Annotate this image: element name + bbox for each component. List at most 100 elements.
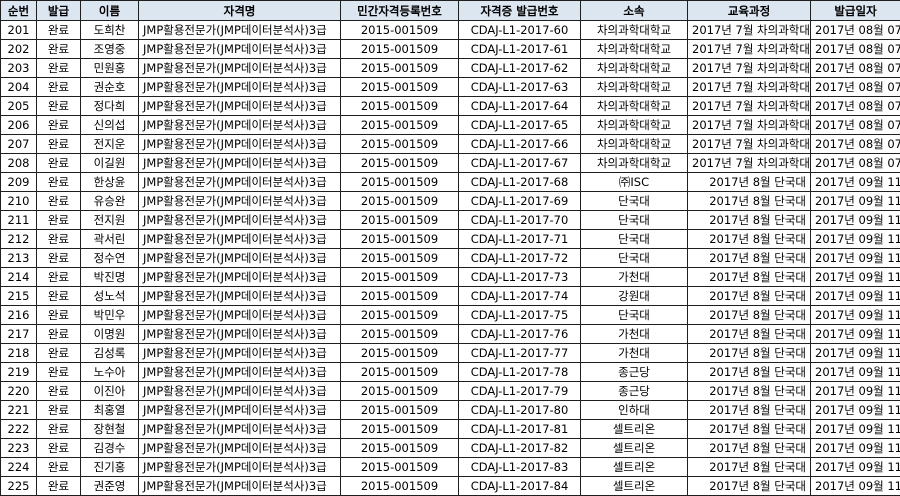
cell-registration-no: 2015-001509 [341,420,459,439]
cell-organization: 가천대 [581,268,688,287]
cell-status: 완료 [37,363,81,382]
cell-course: 2017년 8월 단국대 [688,439,811,458]
cell-name: 박진명 [81,268,139,287]
table-row: 221완료최홍열JMP활용전문가(JMP데이터분석사)3급2015-001509… [1,401,900,420]
cell-course: 2017년 7월 차의과학대 [688,59,811,78]
table-row: 201완료도희찬JMP활용전문가(JMP데이터분석사)3급2015-001509… [1,21,900,40]
cell-name: 권준영 [81,477,139,496]
cell-registration-no: 2015-001509 [341,78,459,97]
table-row: 215완료성노석JMP활용전문가(JMP데이터분석사)3급2015-001509… [1,287,900,306]
cell-name: 전지운 [81,135,139,154]
cell-issue-date: 2017년 09월 11일 [811,287,900,306]
table-row: 222완료장현철JMP활용전문가(JMP데이터분석사)3급2015-001509… [1,420,900,439]
cell-organization: 차의과학대학교 [581,40,688,59]
cell-status: 완료 [37,249,81,268]
cell-status: 완료 [37,344,81,363]
header-status: 발급 [37,1,81,21]
cell-seq: 202 [1,40,37,59]
cell-course: 2017년 8월 단국대 [688,306,811,325]
cell-organization: 가천대 [581,344,688,363]
cell-course: 2017년 8월 단국대 [688,268,811,287]
cell-registration-no: 2015-001509 [341,135,459,154]
cell-organization: 단국대 [581,192,688,211]
cell-status: 완료 [37,154,81,173]
cell-name: 전지원 [81,211,139,230]
cell-seq: 220 [1,382,37,401]
cell-issue-date: 2017년 09월 11일 [811,344,900,363]
cell-registration-no: 2015-001509 [341,59,459,78]
cell-seq: 208 [1,154,37,173]
cell-course: 2017년 8월 단국대 [688,363,811,382]
certificate-table: 순번 발급 이름 자격명 민간자격등록번호 자격증 발급번호 소속 교육과정 발… [0,0,900,496]
cell-status: 완료 [37,59,81,78]
cell-status: 완료 [37,230,81,249]
cell-name: 이진아 [81,382,139,401]
cell-status: 완료 [37,458,81,477]
cell-organization: 강원대 [581,287,688,306]
cell-qualification: JMP활용전문가(JMP데이터분석사)3급 [139,439,341,458]
cell-organization: 단국대 [581,211,688,230]
cell-organization: 인하대 [581,401,688,420]
cell-status: 완료 [37,477,81,496]
cell-name: 진기홍 [81,458,139,477]
cell-status: 완료 [37,78,81,97]
cell-seq: 219 [1,363,37,382]
cell-course: 2017년 7월 차의과학대 [688,116,811,135]
cell-issue-date: 2017년 09월 11일 [811,477,900,496]
cell-issue-date: 2017년 08월 07일 [811,78,900,97]
cell-course: 2017년 7월 차의과학대 [688,78,811,97]
cell-seq: 212 [1,230,37,249]
cell-certificate-no: CDAJ-L1-2017-69 [459,192,581,211]
cell-certificate-no: CDAJ-L1-2017-65 [459,116,581,135]
cell-status: 완료 [37,287,81,306]
cell-qualification: JMP활용전문가(JMP데이터분석사)3급 [139,116,341,135]
cell-qualification: JMP활용전문가(JMP데이터분석사)3급 [139,306,341,325]
cell-seq: 210 [1,192,37,211]
cell-registration-no: 2015-001509 [341,154,459,173]
cell-course: 2017년 8월 단국대 [688,325,811,344]
cell-issue-date: 2017년 09월 11일 [811,173,900,192]
cell-registration-no: 2015-001509 [341,287,459,306]
cell-status: 완료 [37,116,81,135]
cell-registration-no: 2015-001509 [341,363,459,382]
cell-name: 권순호 [81,78,139,97]
cell-issue-date: 2017년 09월 11일 [811,211,900,230]
cell-seq: 215 [1,287,37,306]
cell-course: 2017년 8월 단국대 [688,458,811,477]
cell-registration-no: 2015-001509 [341,211,459,230]
cell-certificate-no: CDAJ-L1-2017-77 [459,344,581,363]
cell-certificate-no: CDAJ-L1-2017-62 [459,59,581,78]
table-row: 208완료이길원JMP활용전문가(JMP데이터분석사)3급2015-001509… [1,154,900,173]
cell-seq: 222 [1,420,37,439]
cell-organization: 단국대 [581,306,688,325]
cell-issue-date: 2017년 09월 11일 [811,363,900,382]
cell-certificate-no: CDAJ-L1-2017-61 [459,40,581,59]
cell-registration-no: 2015-001509 [341,116,459,135]
cell-seq: 216 [1,306,37,325]
table-row: 216완료박민우JMP활용전문가(JMP데이터분석사)3급2015-001509… [1,306,900,325]
cell-certificate-no: CDAJ-L1-2017-74 [459,287,581,306]
cell-certificate-no: CDAJ-L1-2017-75 [459,306,581,325]
table-row: 206완료신의섭JMP활용전문가(JMP데이터분석사)3급2015-001509… [1,116,900,135]
cell-name: 노수아 [81,363,139,382]
cell-organization: 셀트리온 [581,477,688,496]
cell-issue-date: 2017년 09월 11일 [811,458,900,477]
cell-organization: 차의과학대학교 [581,154,688,173]
cell-issue-date: 2017년 08월 07일 [811,59,900,78]
cell-name: 곽서린 [81,230,139,249]
cell-issue-date: 2017년 08월 07일 [811,40,900,59]
cell-organization: 셀트리온 [581,439,688,458]
cell-qualification: JMP활용전문가(JMP데이터분석사)3급 [139,230,341,249]
table-row: 224완료진기홍JMP활용전문가(JMP데이터분석사)3급2015-001509… [1,458,900,477]
header-row: 순번 발급 이름 자격명 민간자격등록번호 자격증 발급번호 소속 교육과정 발… [1,1,900,21]
cell-certificate-no: CDAJ-L1-2017-70 [459,211,581,230]
cell-registration-no: 2015-001509 [341,40,459,59]
cell-qualification: JMP활용전문가(JMP데이터분석사)3급 [139,154,341,173]
cell-qualification: JMP활용전문가(JMP데이터분석사)3급 [139,458,341,477]
cell-course: 2017년 8월 단국대 [688,401,811,420]
cell-certificate-no: CDAJ-L1-2017-82 [459,439,581,458]
cell-name: 장현철 [81,420,139,439]
cell-issue-date: 2017년 09월 11일 [811,192,900,211]
cell-issue-date: 2017년 09월 11일 [811,420,900,439]
cell-certificate-no: CDAJ-L1-2017-81 [459,420,581,439]
